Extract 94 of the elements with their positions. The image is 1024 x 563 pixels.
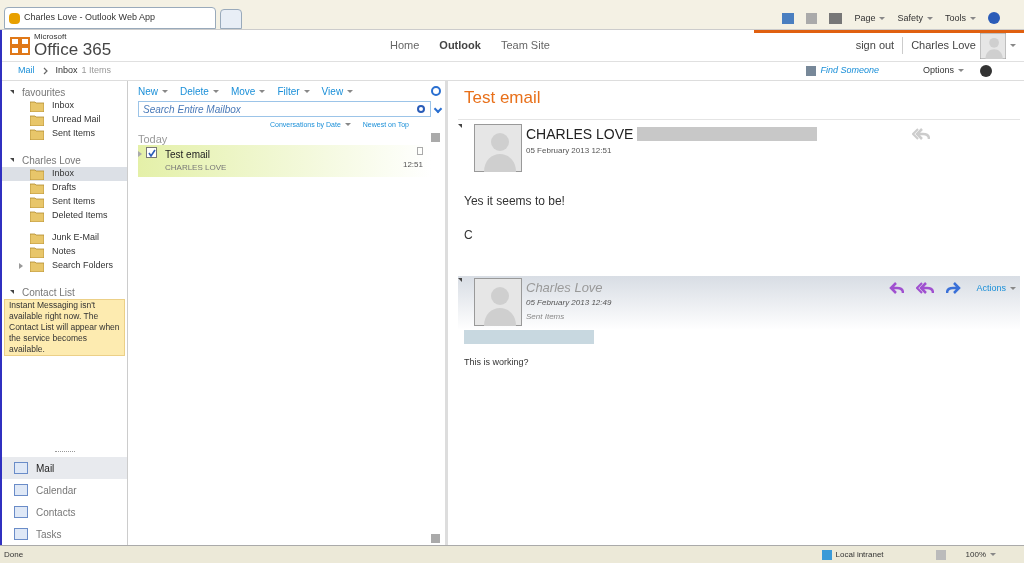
caret-icon xyxy=(958,69,964,73)
reply-all-arrow-icon[interactable] xyxy=(916,281,935,294)
caret-icon xyxy=(879,16,886,20)
collapse-triangle-icon[interactable] xyxy=(10,158,14,162)
nav-link[interactable]: Team Site xyxy=(500,37,550,54)
message-date: 05 February 2013 12:51 xyxy=(526,144,613,157)
caret-icon xyxy=(259,90,266,94)
toolbar-menu[interactable]: Safety xyxy=(897,11,933,25)
avatar-silhouette xyxy=(474,123,522,172)
folder-item[interactable]: Notes xyxy=(2,245,127,259)
caret-icon xyxy=(212,90,219,94)
logo-text: Office 365 xyxy=(34,41,112,58)
folder-icon xyxy=(30,114,44,126)
caret-icon xyxy=(344,123,351,127)
user-name[interactable]: Charles Love xyxy=(911,37,976,54)
caret-icon xyxy=(1010,44,1016,47)
new-tab-button[interactable] xyxy=(220,9,242,29)
folder-item[interactable]: Junk E-Mail xyxy=(2,231,127,245)
caret-icon xyxy=(303,90,310,94)
zone-label: Local intranet xyxy=(835,548,885,561)
module-tab[interactable]: Mail xyxy=(2,457,127,479)
message-folder: Sent Items xyxy=(526,311,566,323)
sign-out-link[interactable]: sign out xyxy=(855,37,904,54)
avatar-silhouette xyxy=(474,277,522,326)
checkbox[interactable] xyxy=(146,147,157,158)
chevron-separator-icon xyxy=(42,67,48,75)
collapse-triangle-icon[interactable] xyxy=(458,277,462,282)
collapse-triangle-icon[interactable] xyxy=(10,290,14,294)
folder-icon xyxy=(30,232,44,244)
nav-link[interactable]: Outlook xyxy=(439,37,481,54)
folder-item[interactable]: Sent Items xyxy=(2,127,127,141)
folder-section-title[interactable]: Charles Love xyxy=(22,152,81,168)
toolbar-menu[interactable]: Page xyxy=(854,11,886,25)
folder-icon xyxy=(30,196,44,208)
email-subject: Test email xyxy=(463,87,542,109)
drag-handle-icon[interactable] xyxy=(54,451,75,453)
folder-item[interactable]: Sent Items xyxy=(2,195,127,209)
folder-section-title[interactable]: favourites xyxy=(22,84,66,100)
toolbar-menu[interactable]: View xyxy=(321,83,354,99)
notice-message: Instant Messaging isn't available right now. The Contact List will appear when the service becomes available. xyxy=(4,299,125,356)
caret-icon xyxy=(927,16,933,20)
expand-triangle-icon[interactable] xyxy=(19,263,23,269)
module-tab[interactable]: Contacts xyxy=(2,501,127,523)
breadcrumb-current: Inbox xyxy=(55,64,78,78)
caret-icon xyxy=(347,90,354,94)
caret-icon xyxy=(970,16,976,20)
logo-small-text: Microsoft xyxy=(34,33,68,41)
toolbar-menu[interactable]: Move xyxy=(230,83,266,99)
status-text: Done xyxy=(4,548,25,561)
logo-mark-icon xyxy=(10,36,30,55)
message-sender: CHARLES LOVE xyxy=(165,162,228,174)
toolbar-menu[interactable]: New xyxy=(138,83,168,99)
message-body-text: Yes it seems to be! xyxy=(464,192,566,210)
message-date: 05 February 2013 12:49 xyxy=(526,297,613,309)
group-heading: Today xyxy=(138,133,169,145)
caret-icon xyxy=(1010,286,1016,290)
collapse-triangle-icon[interactable] xyxy=(458,123,462,128)
folder-item[interactable]: Unread Mail xyxy=(2,113,127,127)
folder-item[interactable]: Search Folders xyxy=(2,259,127,273)
tab-title: Charles Love - Outlook Web App xyxy=(24,11,155,25)
module-tab[interactable]: Calendar xyxy=(2,479,127,501)
toolbar-menu[interactable]: Delete xyxy=(180,83,219,99)
toolbar-menu[interactable]: Filter xyxy=(277,83,310,99)
options-menu[interactable]: Options xyxy=(922,64,964,78)
nav-link[interactable]: Home xyxy=(390,37,420,54)
toolbar-menu[interactable]: Tools xyxy=(945,11,976,25)
folder-icon xyxy=(30,100,44,112)
folder-icon xyxy=(30,260,44,272)
message-subject: Test email xyxy=(165,148,211,162)
folder-icon xyxy=(30,246,44,258)
message-body-text: This is working? xyxy=(464,355,530,369)
expand-triangle-icon[interactable] xyxy=(138,151,142,157)
message-body-text: C xyxy=(464,226,474,244)
folder-item[interactable]: Drafts xyxy=(2,181,127,195)
caret-icon xyxy=(990,552,996,556)
folder-icon xyxy=(30,210,44,222)
find-someone-link[interactable]: Find Someone xyxy=(820,64,879,78)
folder-item[interactable]: Inbox xyxy=(2,167,127,181)
breadcrumb-link[interactable]: Mail xyxy=(18,64,35,78)
item-count: 1 Items xyxy=(81,64,113,78)
caret-icon xyxy=(162,90,168,94)
sender-name[interactable]: CHARLES LOVE xyxy=(526,123,634,145)
collapse-triangle-icon[interactable] xyxy=(10,90,14,94)
module-tab[interactable]: Tasks xyxy=(2,523,127,545)
avatar-silhouette xyxy=(980,32,1006,59)
folder-item[interactable]: Inbox xyxy=(2,99,127,113)
folder-item[interactable]: Deleted Items xyxy=(2,209,127,223)
folder-icon xyxy=(30,168,44,180)
browser-tab[interactable]: Charles Love - Outlook Web App xyxy=(4,7,216,29)
folder-icon xyxy=(30,128,44,140)
search-field[interactable]: Search Entire Mailbox xyxy=(138,101,431,117)
message-time: 12:51 xyxy=(402,159,423,171)
zoom-menu[interactable]: 100% xyxy=(965,548,996,561)
folder-section-title[interactable]: Contact List xyxy=(22,284,75,300)
